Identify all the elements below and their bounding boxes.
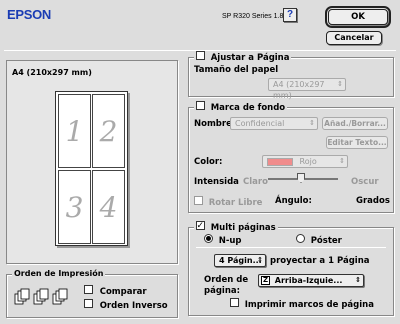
nup-radio-row[interactable]: N-up xyxy=(204,234,241,246)
preview-paper-size: A4 (210x297 mm) xyxy=(12,68,92,77)
print-frames-label: Imprimir marcos de página xyxy=(244,300,374,310)
popup-arrow-icon: ⇕ xyxy=(337,80,343,88)
fit-page-label: Ajustar a Página xyxy=(210,53,290,63)
preview-page-1: 1 xyxy=(58,94,91,168)
intensity-light-label: Claro xyxy=(243,177,268,187)
multi-page-checkbox[interactable] xyxy=(196,221,205,230)
compare-checkbox-row[interactable]: Comparar xyxy=(84,285,147,297)
color-swatch xyxy=(267,157,293,166)
epson-logo: EPSON xyxy=(7,7,52,22)
degrees-label: Grados xyxy=(356,196,390,206)
ok-button[interactable]: OK xyxy=(325,6,391,28)
poster-radio[interactable] xyxy=(296,234,305,243)
paper-size-label: Tamaño del papel xyxy=(194,65,279,75)
page-order-label-2: página: xyxy=(204,286,241,296)
popup-arrow-icon: ⇕ xyxy=(355,276,361,284)
page-order-value: Arriba-Izquie... xyxy=(274,276,343,285)
watermark-row[interactable]: Marca de fondo xyxy=(194,101,288,113)
watermark-name-select[interactable]: Confidencial ⇕ xyxy=(230,117,318,130)
preview-page-3: 3 xyxy=(58,170,91,244)
print-order-title: Orden de Impresión xyxy=(12,269,106,278)
reverse-checkbox-row[interactable]: Orden Inverso xyxy=(84,299,168,311)
fit-page-checkbox[interactable] xyxy=(196,51,205,60)
watermark-color-select[interactable]: Rojo ⇕ xyxy=(262,155,348,168)
reverse-order-label: Orden Inverso xyxy=(99,301,168,311)
popup-arrow-icon: ⇕ xyxy=(309,119,315,127)
intensity-label: Intensida xyxy=(194,177,239,187)
print-order-icons xyxy=(14,288,74,306)
multi-page-row[interactable]: Multi páginas xyxy=(194,221,278,233)
rotate-label: Rotar Libre xyxy=(208,198,263,208)
watermark-color-label: Color: xyxy=(194,157,223,167)
watermark-checkbox[interactable] xyxy=(196,101,205,110)
rotate-row[interactable]: Rotar Libre xyxy=(194,196,262,208)
multi-page-label: Multi páginas xyxy=(210,223,276,233)
page-order-select[interactable]: Z Arriba-Izquie... ⇕ xyxy=(258,274,364,287)
watermark-label: Marca de fondo xyxy=(210,103,286,113)
paper-size-select[interactable]: A4 (210x297 mm) ⇕ xyxy=(268,78,346,100)
page-order-icon: Z xyxy=(261,276,270,285)
help-button[interactable]: ? xyxy=(283,8,297,22)
intensity-dark-label: Oscur xyxy=(351,177,379,187)
edit-text-button[interactable]: Editar Texto... xyxy=(326,136,388,149)
project-label: proyectar a 1 Página xyxy=(270,256,370,266)
poster-radio-row[interactable]: Póster xyxy=(296,234,342,246)
print-frames-row[interactable]: Imprimir marcos de página xyxy=(230,298,374,310)
angle-label: Ángulo: xyxy=(275,196,312,206)
cancel-button[interactable]: Cancelar xyxy=(326,31,382,45)
print-frames-checkbox[interactable] xyxy=(230,298,239,307)
compare-checkbox[interactable] xyxy=(84,285,93,294)
pages-per-sheet-value: 4 Págin... xyxy=(219,256,262,265)
fit-page-row[interactable]: Ajustar a Página xyxy=(194,51,292,63)
page-stack-icon xyxy=(14,288,68,305)
watermark-name-value: Confidencial xyxy=(235,119,285,128)
popup-arrow-icon: ⇕ xyxy=(339,157,345,165)
add-delete-button[interactable]: Añad./Borrar... xyxy=(322,117,388,130)
pages-per-sheet-select[interactable]: 4 Págin... ⇕ xyxy=(214,254,266,267)
poster-label: Póster xyxy=(310,236,342,246)
nup-label: N-up xyxy=(218,236,242,246)
compare-label: Comparar xyxy=(99,287,147,297)
reverse-order-checkbox[interactable] xyxy=(84,299,93,308)
preview-sheet: 1 2 3 4 xyxy=(55,91,128,246)
watermark-color-value: Rojo xyxy=(299,157,317,166)
preview-page-4: 4 xyxy=(92,170,125,244)
popup-arrow-icon: ⇕ xyxy=(257,256,263,264)
nup-radio[interactable] xyxy=(204,234,213,243)
driver-version: SP R320 Series 1.80S xyxy=(222,13,292,20)
paper-size-value: A4 (210x297 mm) xyxy=(273,80,325,100)
rotate-checkbox[interactable] xyxy=(194,196,203,205)
preview-page-2: 2 xyxy=(92,94,125,168)
page-order-label-1: Orden de xyxy=(204,275,249,285)
multi-page-divider xyxy=(196,247,386,248)
